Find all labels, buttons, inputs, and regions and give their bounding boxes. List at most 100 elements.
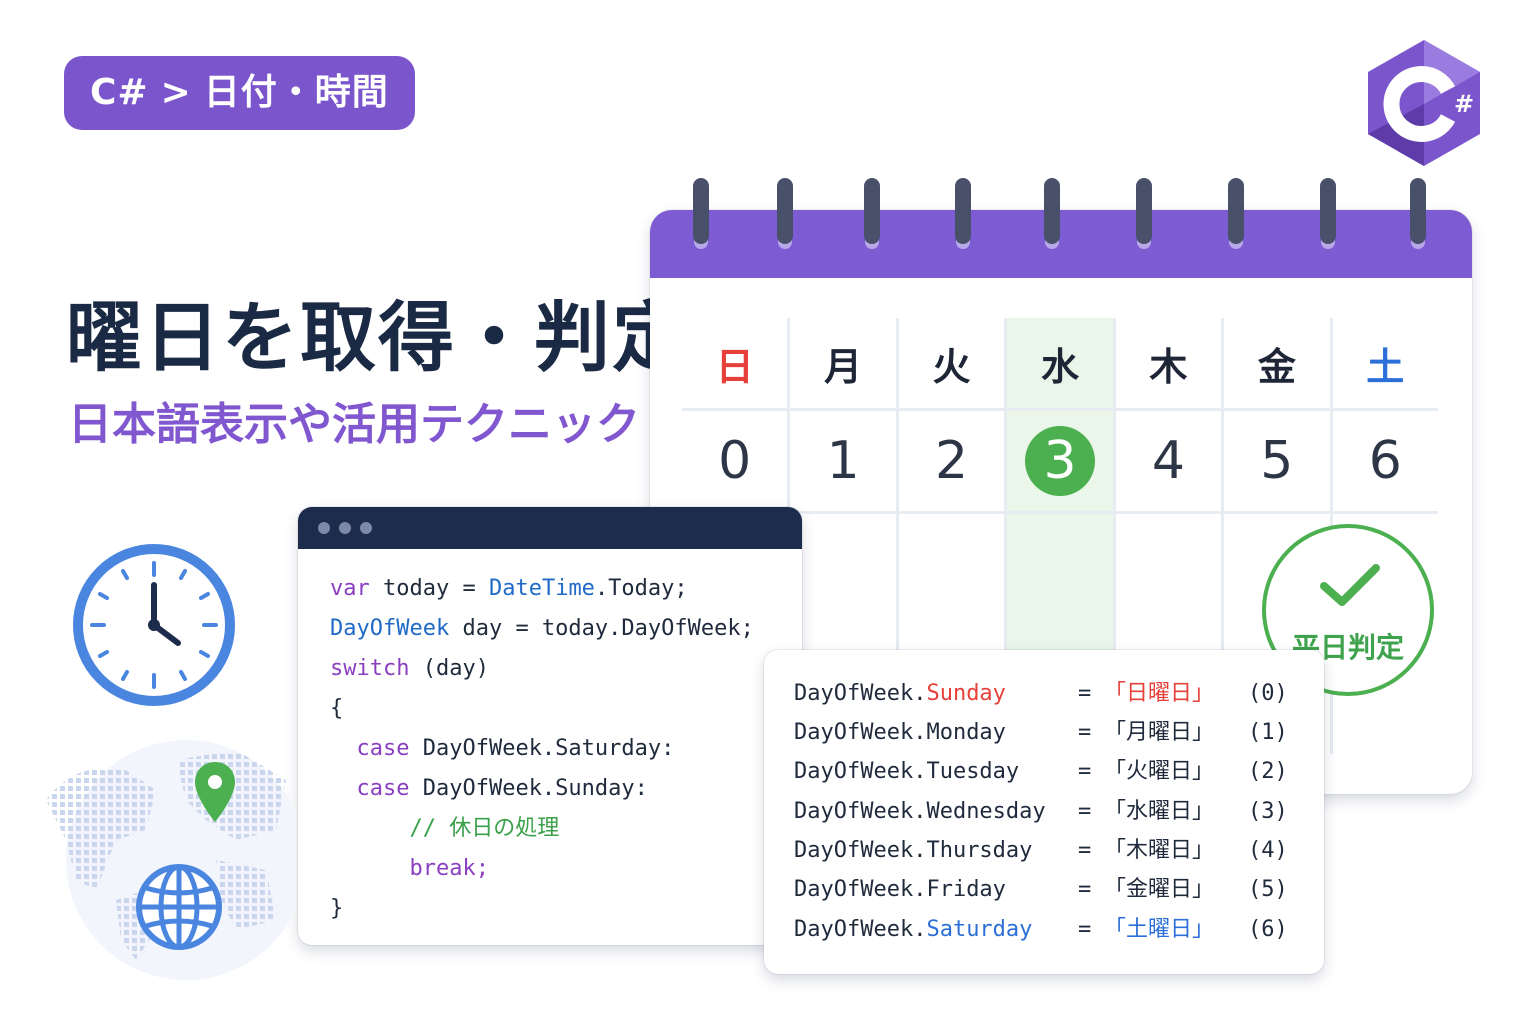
calendar-header bbox=[650, 210, 1472, 278]
mapping-row: DayOfWeek.Sunday = 「日曜日」 (0) bbox=[794, 674, 1314, 714]
globe-icon bbox=[136, 864, 222, 950]
code-token: case bbox=[330, 736, 410, 761]
day-number-cell-highlighted: 3 bbox=[1007, 411, 1113, 511]
enum-index: (5) bbox=[1248, 877, 1288, 902]
code-token: { bbox=[330, 696, 344, 721]
mapping-row: DayOfWeek.Thursday = 「木曜日」 (4) bbox=[794, 831, 1314, 871]
mapping-row: DayOfWeek.Friday = 「金曜日」 (5) bbox=[794, 870, 1314, 910]
equals-sign: = bbox=[1078, 838, 1092, 863]
clock-icon bbox=[73, 544, 235, 706]
mapping-row: DayOfWeek.Saturday = 「土曜日」 (6) bbox=[794, 910, 1314, 950]
weekday-cell: 金 bbox=[1224, 318, 1330, 408]
enum-index: (4) bbox=[1248, 838, 1288, 863]
day-number-cell: 2 bbox=[898, 411, 1005, 511]
day-number: 1 bbox=[826, 431, 860, 491]
dayofweek-mapping-table: DayOfWeek.Sunday = 「日曜日」 (0) DayOfWeek.Mond… bbox=[764, 650, 1324, 974]
code-token: (day) bbox=[409, 656, 489, 681]
enum-index: (3) bbox=[1248, 799, 1288, 824]
day-number-cell: 4 bbox=[1115, 411, 1222, 511]
equals-sign: = bbox=[1078, 720, 1092, 745]
code-token: DayOfWeek.Saturday: bbox=[409, 736, 675, 761]
weekday-label: 土 bbox=[1366, 344, 1405, 389]
ring-icon bbox=[864, 178, 880, 244]
weekday-label: 金 bbox=[1257, 344, 1296, 389]
window-dot-icon bbox=[339, 522, 351, 534]
japanese-name: 「月曜日」 bbox=[1104, 720, 1215, 745]
enum-index: (2) bbox=[1248, 759, 1288, 784]
enum-name: Sunday bbox=[926, 681, 1006, 706]
equals-sign: = bbox=[1078, 877, 1092, 902]
enum-name: Saturday bbox=[926, 917, 1033, 942]
code-window-titlebar bbox=[298, 507, 802, 549]
ring-icon bbox=[1320, 178, 1336, 244]
ring-icon bbox=[693, 178, 709, 244]
breadcrumb-separator: > bbox=[160, 72, 192, 113]
japanese-name: 「木曜日」 bbox=[1104, 838, 1215, 863]
weekday-label: 月 bbox=[824, 344, 863, 389]
enum-prefix: DayOfWeek. bbox=[794, 917, 927, 942]
ring-icon bbox=[1410, 178, 1426, 244]
day-number-selected: 3 bbox=[1024, 426, 1095, 496]
code-token: DayOfWeek bbox=[330, 616, 450, 641]
japanese-name: 「金曜日」 bbox=[1104, 877, 1215, 902]
enum-prefix: DayOfWeek. bbox=[794, 759, 927, 784]
window-dot-icon bbox=[318, 522, 330, 534]
code-token: case bbox=[330, 776, 410, 801]
ring-icon bbox=[1136, 178, 1152, 244]
weekday-cell-highlighted: 水 bbox=[1007, 318, 1113, 408]
weekday-cell: 木 bbox=[1115, 318, 1222, 408]
day-number: 0 bbox=[718, 431, 752, 491]
enum-prefix: DayOfWeek. bbox=[794, 838, 927, 863]
ring-icon bbox=[1228, 178, 1244, 244]
code-token: DateTime bbox=[488, 576, 595, 601]
enum-name: Wednesday bbox=[926, 799, 1046, 824]
logo-symbol: # bbox=[1454, 90, 1474, 118]
enum-name: Tuesday bbox=[926, 759, 1020, 784]
enum-name: Thursday bbox=[926, 838, 1033, 863]
ring-icon bbox=[777, 178, 793, 244]
enum-prefix: DayOfWeek. bbox=[794, 681, 927, 706]
ring-icon bbox=[1044, 178, 1060, 244]
day-number: 2 bbox=[935, 431, 969, 491]
page-title: 曜日を取得・判定 bbox=[66, 293, 690, 382]
day-number-cell: 6 bbox=[1332, 411, 1438, 511]
weekday-label: 木 bbox=[1149, 344, 1188, 389]
code-comment: // 休日の処理 bbox=[330, 816, 560, 841]
weekday-cell: 日 bbox=[682, 318, 788, 408]
enum-prefix: DayOfWeek. bbox=[794, 799, 927, 824]
enum-prefix: DayOfWeek. bbox=[794, 877, 927, 902]
japanese-name: 「日曜日」 bbox=[1104, 681, 1215, 706]
breadcrumb[interactable]: C# > 日付・時間 bbox=[64, 56, 415, 130]
enum-name: Friday bbox=[926, 877, 1006, 902]
code-token: .Today; bbox=[594, 576, 688, 601]
enum-name: Monday bbox=[926, 720, 1006, 745]
ring-icon bbox=[955, 178, 971, 244]
code-token: var bbox=[330, 576, 370, 601]
code-token: break; bbox=[330, 856, 489, 881]
code-token: day = today.DayOfWeek; bbox=[449, 616, 754, 641]
equals-sign: = bbox=[1078, 681, 1092, 706]
breadcrumb-parent: C# bbox=[90, 72, 149, 113]
weekday-label: 水 bbox=[1040, 344, 1079, 389]
japanese-name: 「火曜日」 bbox=[1104, 759, 1215, 784]
csharp-logo-icon: # bbox=[1368, 40, 1480, 166]
mapping-row: DayOfWeek.Tuesday = 「火曜日」 (2) bbox=[794, 752, 1314, 792]
equals-sign: = bbox=[1078, 917, 1092, 942]
window-dot-icon bbox=[360, 522, 372, 534]
equals-sign: = bbox=[1078, 759, 1092, 784]
location-pin-icon bbox=[195, 762, 235, 822]
code-token: DayOfWeek.Sunday: bbox=[409, 776, 648, 801]
day-number: 6 bbox=[1368, 431, 1402, 491]
code-token: today = bbox=[369, 576, 489, 601]
day-number: 5 bbox=[1260, 431, 1294, 491]
enum-index: (1) bbox=[1248, 720, 1288, 745]
breadcrumb-current: 日付・時間 bbox=[203, 72, 389, 113]
weekday-cell: 土 bbox=[1332, 318, 1438, 408]
weekday-label: 日 bbox=[715, 344, 754, 389]
page-subtitle: 日本語表示や活用テクニック bbox=[68, 399, 640, 450]
weekday-cell: 火 bbox=[898, 318, 1005, 408]
weekday-label: 火 bbox=[932, 344, 971, 389]
japanese-name: 「土曜日」 bbox=[1104, 917, 1215, 942]
weekday-cell: 月 bbox=[790, 318, 896, 408]
equals-sign: = bbox=[1078, 799, 1092, 824]
